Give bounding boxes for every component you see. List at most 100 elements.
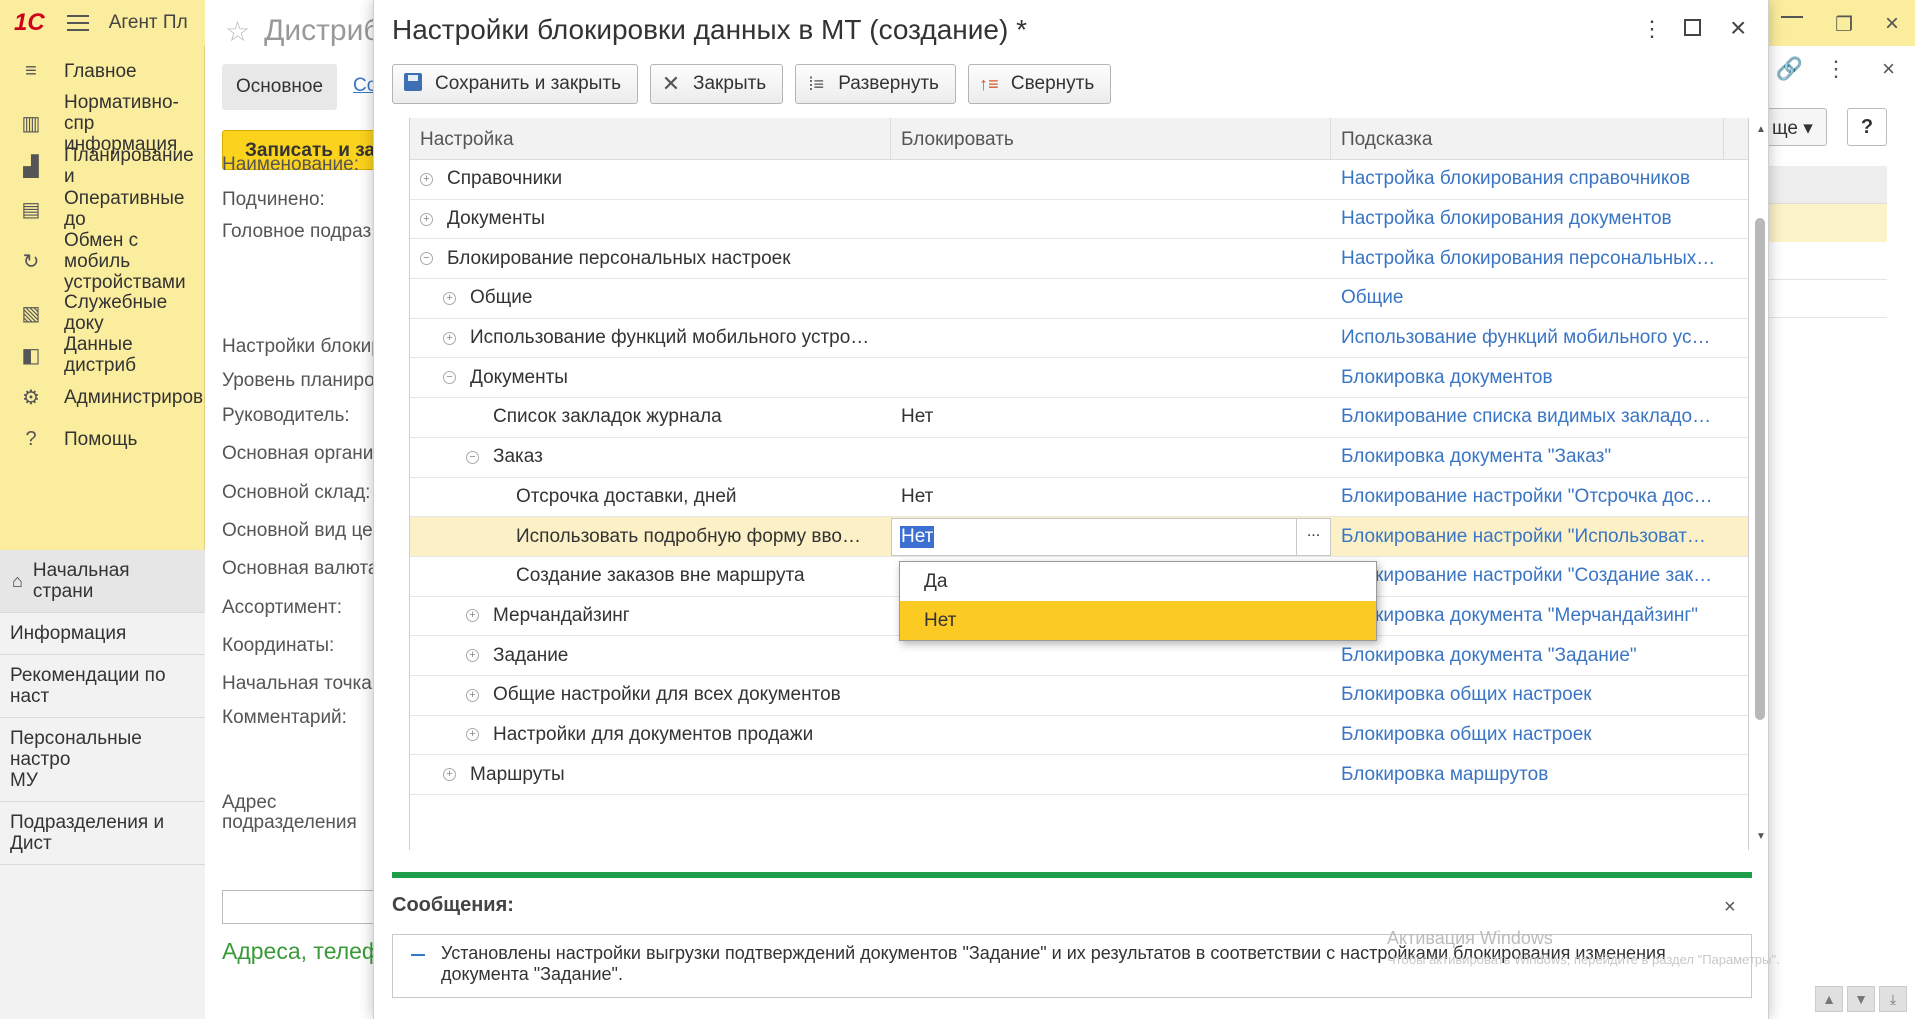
- section-item[interactable]: ⚙ Администриров: [0, 376, 203, 418]
- expand-node-icon[interactable]: +: [443, 291, 456, 305]
- hint-link[interactable]: Настройка блокирования справочников: [1331, 168, 1724, 190]
- scroll-up-icon[interactable]: ▲: [1815, 986, 1843, 1012]
- section-item[interactable]: ◧ Данные дистриб: [0, 334, 204, 376]
- section-item[interactable]: ? Помощь: [0, 418, 137, 460]
- tree-row[interactable]: + Настройки для документов продажи Блокиро…: [410, 716, 1748, 756]
- hint-link[interactable]: Блокирование списка видимых закладо…: [1331, 406, 1724, 428]
- dropdown-option[interactable]: Нет: [900, 601, 1376, 640]
- hint-link[interactable]: Блокирование настройки "Создание зак…: [1331, 565, 1724, 587]
- section-item[interactable]: ▧ Служебные доку: [0, 292, 204, 334]
- close-form-icon[interactable]: ×: [1882, 56, 1895, 82]
- favorite-star-icon[interactable]: ☆: [225, 15, 250, 48]
- expand-node-icon[interactable]: +: [466, 649, 479, 663]
- hint-link[interactable]: Блокировка документов: [1331, 367, 1724, 389]
- bg-table-row[interactable]: [1767, 242, 1887, 280]
- more-button[interactable]: ще ▾: [1767, 108, 1827, 146]
- restore-icon[interactable]: ❐: [1835, 12, 1853, 37]
- section-item[interactable]: ↻ Обмен с мобиль устройствами: [0, 230, 204, 293]
- hint-link[interactable]: Настройка блокирования персональных…: [1331, 248, 1724, 270]
- section-item[interactable]: ▟ Планирование и: [0, 145, 204, 187]
- help-button[interactable]: ?: [1847, 108, 1887, 146]
- block-value-input[interactable]: Нет: [900, 525, 935, 548]
- column-header-block[interactable]: Блокировать: [891, 118, 1331, 159]
- more-actions-icon[interactable]: ⋮: [1641, 16, 1663, 42]
- scroll-up-icon[interactable]: ▲: [1756, 124, 1766, 135]
- expand-node-icon[interactable]: +: [420, 172, 433, 186]
- section-item[interactable]: ≡ Главное: [0, 54, 136, 88]
- hint-link[interactable]: Блокировка документа "Мерчандайзинг": [1331, 605, 1724, 627]
- setting-name: Блокирование персональных настроек: [447, 247, 791, 269]
- expand-node-icon[interactable]: +: [466, 609, 479, 623]
- close-icon[interactable]: ×: [1885, 10, 1899, 38]
- expand-node-icon[interactable]: +: [443, 331, 456, 345]
- tree-row[interactable]: + Общие настройки для всех документов Блок…: [410, 676, 1748, 716]
- hint-link[interactable]: Блокировка маршрутов: [1331, 764, 1724, 786]
- hint-link[interactable]: Блокировка документа "Заказ": [1331, 446, 1724, 468]
- menu-icon[interactable]: [66, 15, 89, 31]
- vertical-scrollbar[interactable]: ▲ ▼: [1753, 120, 1767, 842]
- collapse-node-icon[interactable]: −: [466, 450, 479, 464]
- collapse-button[interactable]: ↑≡ Свернуть: [967, 64, 1112, 104]
- scroll-down-icon[interactable]: ▼: [1756, 831, 1766, 842]
- bg-table-row[interactable]: [1767, 204, 1887, 242]
- more-icon[interactable]: ⋮: [1825, 56, 1847, 82]
- setting-name-cell: + Документы: [410, 208, 891, 230]
- tree-row[interactable]: − Документы Блокировка документов: [410, 358, 1748, 399]
- section-item[interactable]: ▤ Оперативные до: [0, 188, 204, 230]
- tree-row[interactable]: Список закладок журнала Нет Блокирование с…: [410, 398, 1748, 438]
- collapse-node-icon[interactable]: −: [420, 252, 433, 266]
- tree-row[interactable]: − Заказ Блокировка документа "Заказ": [410, 438, 1748, 478]
- hint-link[interactable]: Блокирование настройки "Отсрочка дос…: [1331, 486, 1724, 508]
- expand-node-icon[interactable]: +: [466, 728, 479, 742]
- open-window-tab[interactable]: Подразделения и Дист: [0, 802, 205, 865]
- tree-row[interactable]: + Маршруты Блокировка маршрутов: [410, 755, 1748, 795]
- expand-button[interactable]: ⁞≡ Развернуть: [795, 64, 956, 104]
- tree-row[interactable]: + Документы Настройка блокирования докумен…: [410, 200, 1748, 240]
- block-value-cell[interactable]: Нет: [891, 406, 1331, 428]
- field-label: Основной склад:: [222, 482, 371, 503]
- tree-row[interactable]: − Блокирование персональных настроек Настр…: [410, 239, 1748, 280]
- column-header-hint[interactable]: Подсказка: [1331, 118, 1724, 159]
- dropdown-option[interactable]: Да: [900, 562, 1376, 601]
- expand-node-icon[interactable]: +: [420, 212, 433, 226]
- scrollbar-thumb[interactable]: [1755, 218, 1765, 720]
- hint-link[interactable]: Блокировка общих настроек: [1331, 684, 1724, 706]
- tree-row[interactable]: + Справочники Настройка блокирования справ…: [410, 160, 1748, 200]
- hint-link[interactable]: Блокирование настройки "Использоват…: [1331, 526, 1724, 548]
- hint-link[interactable]: Блокировка документа "Задание": [1331, 645, 1724, 667]
- tree-row[interactable]: + Задание Блокировка документа "Задание": [410, 636, 1748, 676]
- hint-link[interactable]: Настройка блокирования документов: [1331, 208, 1724, 230]
- open-window-tab[interactable]: Рекомендации по наст: [0, 655, 205, 718]
- tree-row[interactable]: + Общие Общие: [410, 279, 1748, 319]
- expand-node-icon[interactable]: +: [443, 768, 456, 782]
- open-window-label: Информация: [10, 623, 127, 644]
- open-window-tab[interactable]: Информация: [0, 613, 205, 655]
- minimize-icon[interactable]: [1781, 16, 1803, 18]
- tree-row[interactable]: + Использование функций мобильного устро……: [410, 319, 1748, 359]
- link-icon[interactable]: 🔗: [1776, 56, 1803, 82]
- maximize-icon[interactable]: [1684, 19, 1701, 36]
- hint-link[interactable]: Использование функций мобильного ус…: [1331, 327, 1724, 349]
- tab-main[interactable]: Основное: [222, 64, 338, 110]
- column-header-setting[interactable]: Настройка: [410, 118, 891, 159]
- field-label: Подчинено:: [222, 189, 325, 210]
- field-label: Начальная точка: [222, 673, 372, 694]
- collapse-node-icon[interactable]: −: [443, 371, 456, 385]
- block-value-cell[interactable]: Нет: [891, 486, 1331, 508]
- open-window-tab[interactable]: Персональные настро МУ: [0, 718, 205, 802]
- block-value-editor[interactable]: Нет...: [891, 517, 1331, 556]
- save-and-close-button[interactable]: Сохранить и закрыть: [392, 64, 639, 104]
- expand-node-icon[interactable]: +: [466, 688, 479, 702]
- tree-row[interactable]: Использовать подробную форму вво… Нет... Б…: [410, 517, 1748, 557]
- hint-link[interactable]: Общие: [1331, 287, 1724, 309]
- scroll-down-icon[interactable]: ▼: [1847, 986, 1875, 1012]
- hint-link[interactable]: Блокировка общих настроек: [1331, 724, 1724, 746]
- close-messages-icon[interactable]: ×: [1724, 896, 1736, 919]
- close-button[interactable]: ✕ Закрыть: [650, 64, 784, 104]
- tree-row[interactable]: Отсрочка доставки, дней Нет Блокирование н…: [410, 478, 1748, 518]
- select-value-button[interactable]: ...: [1296, 518, 1330, 555]
- bg-table-row[interactable]: [1767, 280, 1887, 318]
- scroll-end-icon[interactable]: ⤓: [1879, 986, 1907, 1012]
- home-page-tab[interactable]: ⌂ Начальная страни: [0, 550, 205, 613]
- close-dialog-icon[interactable]: ×: [1730, 12, 1746, 44]
